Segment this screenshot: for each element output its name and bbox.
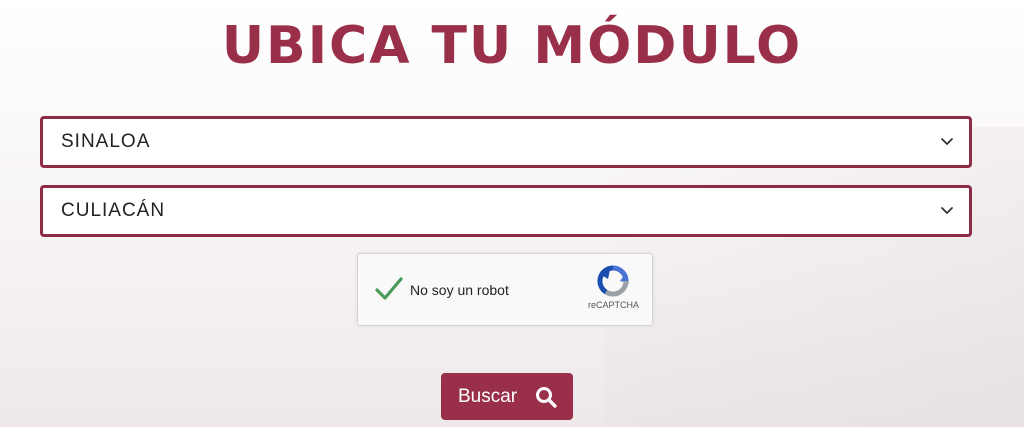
city-select[interactable]: CULIACÁN [40,185,972,237]
page-title: UBICA TU MÓDULO [221,16,803,76]
state-select-value: SINALOA [61,131,151,152]
recaptcha-widget: No soy un robot reCAPTCHA [357,253,653,326]
search-button[interactable]: Buscar [441,373,573,420]
city-select-value: CULIACÁN [61,200,166,221]
checkmark-icon[interactable] [374,276,404,302]
recaptcha-brand: reCAPTCHA [588,300,640,310]
state-select[interactable]: SINALOA [40,116,972,168]
search-button-label: Buscar [458,386,518,407]
recaptcha-logo-icon [597,265,629,297]
chevron-down-icon [941,138,953,145]
search-icon [536,387,557,408]
chevron-down-icon [941,207,953,214]
recaptcha-label: No soy un robot [410,282,509,298]
background-decoration [604,127,1024,427]
